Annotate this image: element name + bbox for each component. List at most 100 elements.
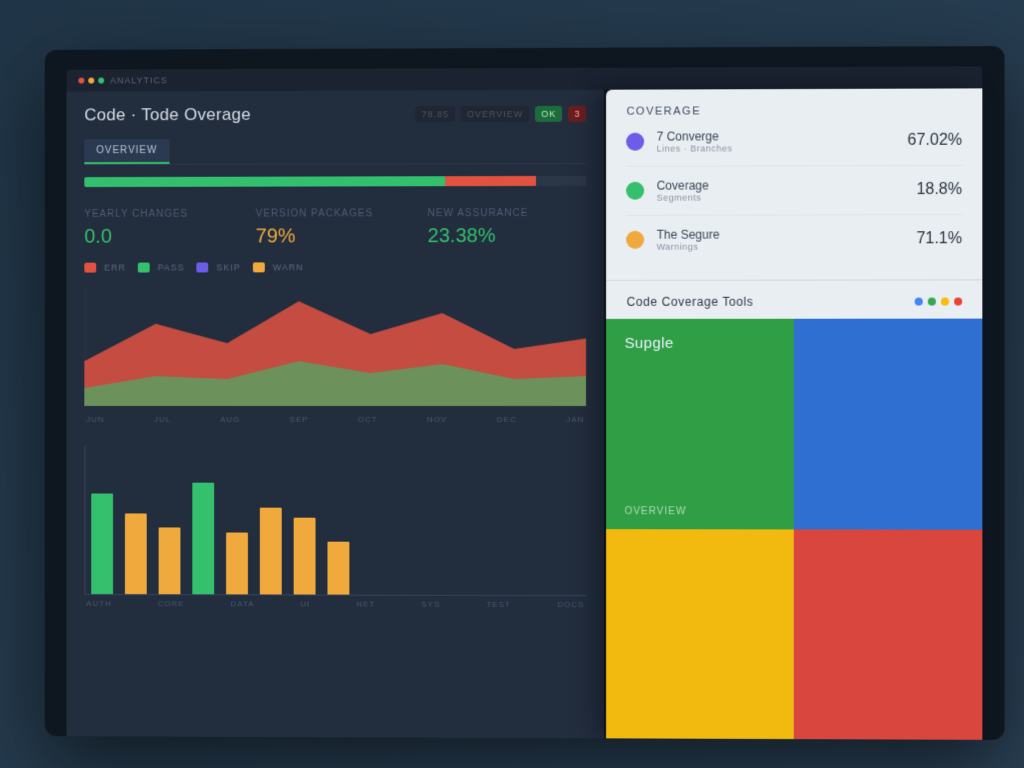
metric-card: New Assurance 23.38% <box>428 208 587 248</box>
metric-value: 0.0 <box>84 226 241 249</box>
item-name: The Segure <box>657 227 905 241</box>
dot-green-icon <box>928 298 936 306</box>
item-name: Coverage <box>657 178 905 193</box>
status-error-pill[interactable]: 3 <box>568 106 586 122</box>
bar-wrap <box>192 483 214 595</box>
panel-header: Code · Tode Overage 78.85 Overview OK 3 <box>84 104 586 136</box>
legend-chips: Err Pass Skip Warn <box>84 262 586 273</box>
bar-wrap <box>327 541 349 594</box>
bar-wrap <box>294 518 316 595</box>
bar[interactable] <box>226 533 248 594</box>
quad-tile-red[interactable] <box>794 529 982 740</box>
tab-overview[interactable]: Overview <box>84 139 169 164</box>
summary-list: Coverage 7 Converge Lines · Branches 67.… <box>606 88 982 280</box>
list-item[interactable]: Coverage Segments 18.8% <box>626 166 962 216</box>
metrics-row: Yearly Changes 0.0 Version Packages 79% … <box>84 208 586 249</box>
area-chart-ticks: JunJulAugSepOctNovDecJan <box>84 411 586 424</box>
close-icon[interactable] <box>78 78 84 84</box>
bar-wrap <box>159 527 181 594</box>
tool-legend-icons <box>915 298 962 306</box>
coverage-bar-chart <box>84 446 586 596</box>
quad-tile-yellow[interactable] <box>606 529 794 739</box>
item-value: 71.1% <box>916 230 962 248</box>
badge-icon <box>626 182 644 200</box>
minimize-icon[interactable] <box>88 78 94 84</box>
bar[interactable] <box>260 508 282 595</box>
tick-label: Jan <box>566 415 584 424</box>
metric-card: Version Packages 79% <box>256 208 414 248</box>
metric-label: New Assurance <box>428 208 587 219</box>
quad-tiles: Supgle Overview <box>606 319 982 740</box>
chip-skip-icon <box>197 262 209 272</box>
metric-card: Yearly Changes 0.0 <box>84 209 241 249</box>
item-value: 18.8% <box>916 181 962 199</box>
dashboard-panel: Code · Tode Overage 78.85 Overview OK 3 … <box>67 90 605 739</box>
bar[interactable] <box>294 518 316 595</box>
progress-green <box>84 176 445 187</box>
traffic-lights <box>78 78 104 84</box>
dot-yellow-icon <box>941 298 949 306</box>
quad-tile-green[interactable]: Supgle Overview <box>606 319 794 529</box>
tick-label: Dec <box>497 415 517 424</box>
tick-label: Docs <box>557 600 584 609</box>
bar-wrap <box>260 508 282 595</box>
bar-wrap <box>91 494 113 594</box>
bar[interactable] <box>192 483 214 595</box>
tick-label: Data <box>230 599 254 608</box>
item-name: 7 Converge <box>657 129 896 144</box>
progress-red <box>445 176 536 186</box>
summary-panel: Coverage 7 Converge Lines · Branches 67.… <box>606 88 982 739</box>
progress-rest <box>536 176 586 186</box>
tools-header: Code Coverage Tools <box>606 280 982 319</box>
bar-chart-ticks: AuthCoreDataUINetSysTestDocs <box>84 595 586 609</box>
window-titlebar: Analytics <box>67 66 983 91</box>
chip-error-icon <box>84 263 96 273</box>
badge-icon <box>626 133 644 151</box>
bar-wrap <box>226 533 248 594</box>
tick-label: Nov <box>427 415 447 424</box>
chip-label: Warn <box>273 262 304 272</box>
dot-red-icon <box>954 298 962 306</box>
bar[interactable] <box>327 541 349 594</box>
chip-pass-icon <box>138 263 150 273</box>
metric-label: Version Packages <box>256 208 414 219</box>
monitor-frame: Analytics Code · Tode Overage 78.85 Over… <box>45 46 1005 740</box>
quad-tile-blue[interactable] <box>794 319 982 530</box>
tick-label: Oct <box>358 415 378 424</box>
list-item[interactable]: The Segure Warnings 71.1% <box>626 215 962 264</box>
tick-label: Auth <box>86 599 112 608</box>
zoom-icon[interactable] <box>98 78 104 84</box>
bar-wrap <box>125 513 147 594</box>
metric-value: 79% <box>256 225 414 248</box>
quad-label: Supgle <box>624 335 673 352</box>
chip-label: Skip <box>217 262 241 272</box>
chip-warn-icon <box>253 262 265 272</box>
tick-label: Core <box>158 599 185 608</box>
quad-sub: Overview <box>624 506 686 517</box>
tick-label: UI <box>300 599 310 608</box>
badge-icon <box>626 231 644 249</box>
list-item[interactable]: 7 Converge Lines · Branches 67.02% <box>626 117 962 167</box>
header-stat: 78.85 <box>416 106 455 122</box>
item-sub: Warnings <box>657 241 905 251</box>
chip-label: Pass <box>158 263 185 273</box>
titlebar-label: Analytics <box>110 75 168 85</box>
item-value: 67.02% <box>907 132 962 150</box>
summary-title: Coverage <box>626 105 962 118</box>
page-title: Code · Tode Overage <box>84 105 251 125</box>
coverage-progress-bar <box>84 176 586 187</box>
tick-label: Aug <box>220 415 240 424</box>
tick-label: Jul <box>154 415 171 424</box>
header-actions: 78.85 Overview OK 3 <box>416 106 587 123</box>
item-sub: Segments <box>657 192 905 203</box>
header-nav[interactable]: Overview <box>461 106 529 122</box>
main-row: Code · Tode Overage 78.85 Overview OK 3 … <box>67 88 983 739</box>
dot-blue-icon <box>915 298 923 306</box>
bar[interactable] <box>159 527 181 594</box>
bar[interactable] <box>125 513 147 594</box>
status-ok-pill: OK <box>535 106 562 122</box>
tick-label: Sys <box>421 600 440 609</box>
item-sub: Lines · Branches <box>657 143 896 154</box>
metric-value: 23.38% <box>428 225 587 248</box>
bar[interactable] <box>91 494 113 594</box>
